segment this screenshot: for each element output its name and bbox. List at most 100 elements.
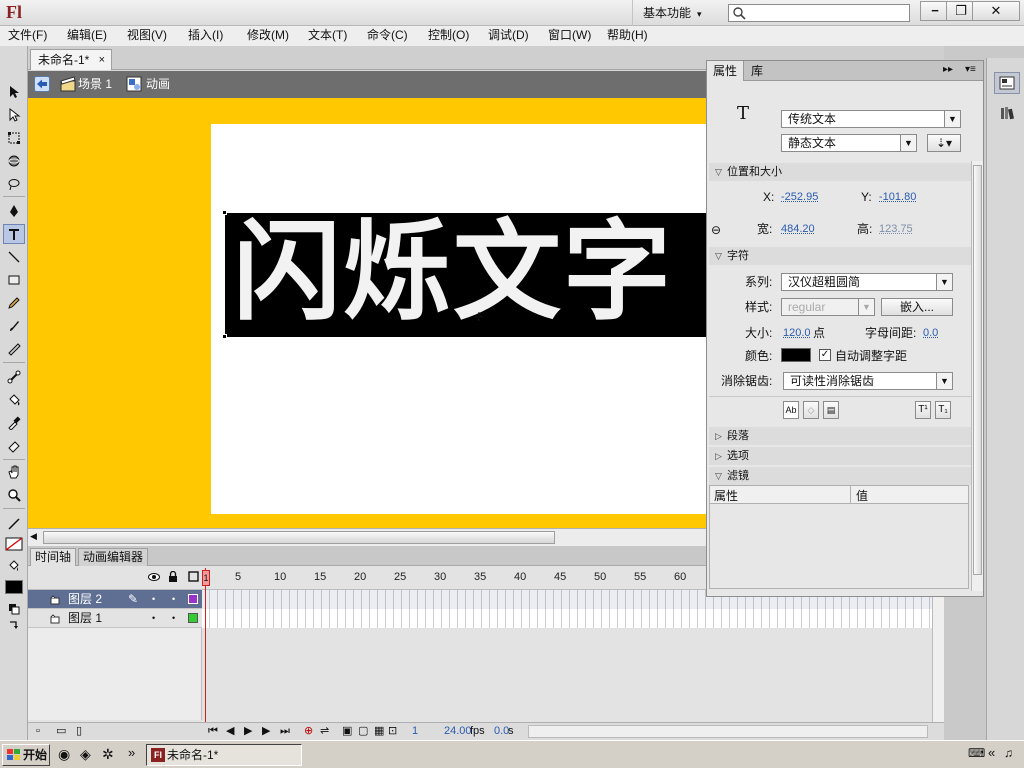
text-tool-icon[interactable] bbox=[3, 224, 25, 244]
menu-file[interactable]: 文件(F) bbox=[8, 26, 47, 46]
free-transform-tool-icon[interactable] bbox=[3, 128, 25, 148]
selection-handle[interactable] bbox=[222, 334, 227, 339]
onion-outline-icon[interactable]: ▢ bbox=[358, 723, 368, 740]
loop-icon[interactable]: ⇌ bbox=[320, 723, 329, 740]
tab-library[interactable]: 库 bbox=[745, 61, 769, 81]
layer-row-2[interactable]: 图层 2 ✎ • • bbox=[28, 590, 202, 609]
playhead[interactable]: 1 bbox=[202, 570, 210, 586]
height-value[interactable]: 123.75 bbox=[879, 221, 913, 237]
search-input[interactable] bbox=[728, 4, 910, 22]
scroll-thumb[interactable] bbox=[973, 165, 982, 575]
link-icon[interactable]: ⊖ bbox=[711, 223, 721, 237]
symbol-breadcrumb[interactable]: 动画 bbox=[146, 71, 170, 98]
visibility-dot[interactable]: • bbox=[152, 609, 155, 627]
elapsed-time[interactable]: 0.0 bbox=[494, 723, 509, 740]
menu-commands[interactable]: 命令(C) bbox=[367, 26, 408, 46]
subscript-button[interactable]: T₁ bbox=[935, 401, 951, 419]
tab-properties[interactable]: 属性 bbox=[707, 61, 745, 81]
line-tool-icon[interactable] bbox=[3, 247, 25, 267]
outline-icon[interactable] bbox=[188, 571, 199, 582]
browser-icon[interactable]: ◈ bbox=[80, 746, 91, 763]
fill-color-icon[interactable] bbox=[3, 556, 25, 576]
font-style-select[interactable]: regular ▼ bbox=[781, 298, 875, 316]
bone-tool-icon[interactable] bbox=[3, 367, 25, 387]
eye-icon[interactable] bbox=[148, 572, 160, 582]
scroll-left-icon[interactable]: ◀ bbox=[30, 531, 40, 544]
menu-help[interactable]: 帮助(H) bbox=[607, 26, 648, 46]
hand-tool-icon[interactable] bbox=[3, 462, 25, 482]
collapse-panel-icon[interactable]: ▸▸ bbox=[943, 64, 953, 75]
tab-timeline[interactable]: 时间轴 bbox=[30, 548, 77, 566]
new-folder-icon[interactable]: ▭ bbox=[56, 723, 66, 740]
section-position-size[interactable]: ▽ 位置和大小 bbox=[709, 163, 971, 181]
workspace-switcher[interactable]: 基本功能 ▾ bbox=[632, 0, 716, 26]
stroke-swatch[interactable] bbox=[3, 534, 25, 554]
timeline-horizontal-scrollbar[interactable] bbox=[528, 725, 928, 738]
embed-button[interactable]: 嵌入... bbox=[881, 298, 953, 316]
fill-swatch[interactable] bbox=[3, 577, 25, 597]
lock-dot[interactable]: • bbox=[172, 609, 175, 627]
selectable-text-button[interactable]: Ab bbox=[783, 401, 799, 419]
brush-tool-icon[interactable] bbox=[3, 316, 25, 336]
first-frame-icon[interactable]: ⏮ bbox=[208, 723, 218, 740]
next-frame-icon[interactable]: ▶ bbox=[262, 723, 270, 740]
delete-layer-icon[interactable]: ▯ bbox=[76, 723, 82, 740]
width-value[interactable]: 484.20 bbox=[781, 221, 815, 237]
section-options[interactable]: ▷ 选项 bbox=[709, 447, 971, 465]
text-engine-select[interactable]: 传统文本 ▼ bbox=[781, 110, 961, 128]
tray-expand-icon[interactable]: « bbox=[988, 745, 995, 760]
layer-outline-color[interactable] bbox=[188, 613, 198, 623]
media-player-icon[interactable]: ◉ bbox=[58, 746, 70, 763]
y-value[interactable]: -101.80 bbox=[879, 189, 916, 205]
menu-debug[interactable]: 调试(D) bbox=[488, 26, 529, 46]
layer-row-1[interactable]: 图层 1 • • bbox=[28, 609, 202, 628]
antialias-select[interactable]: 可读性消除锯齿 ▼ bbox=[783, 372, 953, 390]
paint-bucket-tool-icon[interactable] bbox=[3, 390, 25, 410]
tab-motion-editor[interactable]: 动画编辑器 bbox=[78, 548, 149, 566]
timeline-vertical-scrollbar[interactable] bbox=[932, 590, 944, 722]
visibility-dot[interactable]: • bbox=[152, 590, 155, 608]
section-character[interactable]: ▽ 字符 bbox=[709, 247, 971, 265]
render-html-button[interactable]: ◇ bbox=[803, 401, 819, 419]
menu-control[interactable]: 控制(O) bbox=[428, 26, 469, 46]
superscript-button[interactable]: T¹ bbox=[915, 401, 931, 419]
current-frame[interactable]: 1 bbox=[412, 723, 418, 740]
edit-multiple-icon[interactable]: ▦ bbox=[374, 723, 384, 740]
3d-rotation-tool-icon[interactable] bbox=[3, 151, 25, 171]
text-color-swatch[interactable] bbox=[781, 348, 811, 362]
pen-tool-icon[interactable] bbox=[3, 201, 25, 221]
properties-scrollbar[interactable] bbox=[971, 161, 983, 591]
text-orientation-button[interactable]: ⇣▾ bbox=[927, 134, 961, 152]
close-window-button[interactable]: ✕ bbox=[972, 1, 1020, 21]
deco-tool-icon[interactable] bbox=[3, 339, 25, 359]
stroke-color-icon[interactable] bbox=[3, 514, 25, 534]
menu-view[interactable]: 视图(V) bbox=[127, 26, 167, 46]
prev-frame-icon[interactable]: ◀ bbox=[226, 723, 234, 740]
filters-table[interactable]: 属性 值 bbox=[709, 485, 969, 589]
play-icon[interactable]: ▶ bbox=[244, 723, 252, 740]
menu-edit[interactable]: 编辑(E) bbox=[67, 26, 107, 46]
last-frame-icon[interactable]: ⏭ bbox=[280, 723, 290, 740]
new-layer-icon[interactable]: ▫ bbox=[36, 723, 40, 740]
back-arrow-icon[interactable] bbox=[34, 76, 50, 92]
frame-rate[interactable]: 24.00 bbox=[444, 723, 472, 740]
rectangle-tool-icon[interactable] bbox=[3, 270, 25, 290]
properties-panel-icon[interactable] bbox=[994, 72, 1020, 94]
font-family-select[interactable]: 汉仪超粗圆简 ▼ bbox=[781, 273, 953, 291]
subselection-tool-icon[interactable] bbox=[3, 105, 25, 125]
lock-dot[interactable]: • bbox=[172, 590, 175, 608]
onion-markers-icon[interactable]: ⊡ bbox=[388, 723, 397, 740]
start-button[interactable]: 开始 bbox=[2, 744, 50, 766]
panel-menu-icon[interactable]: ▾≡ bbox=[965, 64, 976, 75]
menu-text[interactable]: 文本(T) bbox=[308, 26, 347, 46]
keyboard-icon[interactable]: ⌨ bbox=[968, 746, 985, 760]
settings-icon[interactable]: ✲ bbox=[102, 746, 114, 763]
section-filters[interactable]: ▽ 滤镜 bbox=[709, 467, 971, 485]
eyedropper-tool-icon[interactable] bbox=[3, 413, 25, 433]
letter-spacing-value[interactable]: 0.0 bbox=[923, 325, 938, 341]
scene-breadcrumb[interactable]: 场景 1 bbox=[78, 71, 112, 98]
library-panel-icon[interactable] bbox=[994, 102, 1020, 124]
menu-insert[interactable]: 插入(I) bbox=[188, 26, 223, 46]
onion-skin-icon[interactable]: ▣ bbox=[342, 723, 352, 740]
quicklaunch-overflow-icon[interactable]: » bbox=[128, 745, 135, 760]
